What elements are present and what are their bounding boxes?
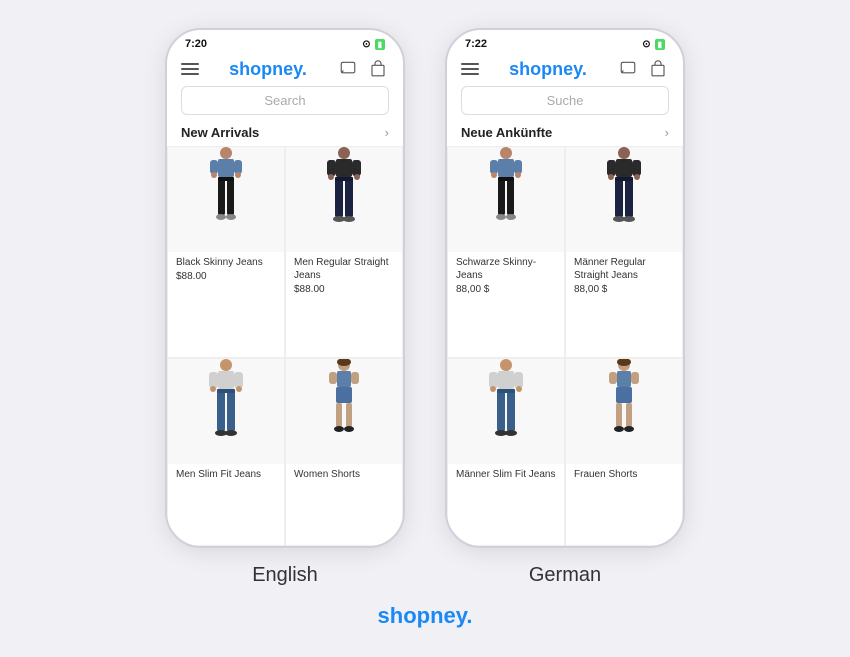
product-name: Black Skinny Jeans bbox=[176, 256, 276, 269]
wifi-icon: ⊙ bbox=[362, 39, 370, 50]
product-item[interactable]: Men Slim Fit Jeans bbox=[167, 358, 285, 546]
product-image bbox=[448, 147, 564, 252]
product-name: Women Shorts bbox=[294, 468, 394, 481]
product-price: 88,00 $ bbox=[456, 284, 556, 295]
product-name: Frauen Shorts bbox=[574, 468, 674, 481]
hamburger-menu-icon[interactable] bbox=[181, 63, 199, 75]
product-info: Männer Slim Fit Jeans bbox=[448, 464, 564, 545]
section-title: Neue Ankünfte bbox=[461, 125, 552, 140]
hamburger-menu-icon[interactable] bbox=[461, 63, 479, 75]
product-image bbox=[286, 147, 402, 252]
app-logo: shopney. bbox=[509, 59, 587, 80]
product-grid: Schwarze Skinny-Jeans 88,00 $ Männer Regu… bbox=[447, 146, 683, 546]
product-name: Men Regular Straight Jeans bbox=[294, 256, 394, 282]
product-price: $88.00 bbox=[294, 284, 394, 295]
product-image bbox=[566, 147, 682, 252]
time: 7:20 bbox=[185, 38, 207, 50]
app-header: shopney. bbox=[447, 54, 683, 86]
product-info: Männer Regular Straight Jeans 88,00 $ bbox=[566, 252, 682, 357]
header-icons bbox=[617, 58, 669, 80]
status-bar: 7:20 ⊙ ▮ bbox=[167, 30, 403, 54]
header-icons bbox=[337, 58, 389, 80]
wifi-icon: ⊙ bbox=[642, 39, 650, 50]
bottom-logo: shopney. bbox=[378, 603, 473, 629]
status-icons: ⊙ ▮ bbox=[642, 39, 665, 50]
product-info: Men Regular Straight Jeans $88.00 bbox=[286, 252, 402, 357]
cart-icon[interactable] bbox=[647, 58, 669, 80]
product-item[interactable]: Men Regular Straight Jeans $88.00 bbox=[285, 146, 403, 358]
product-image bbox=[168, 147, 284, 252]
product-name: Men Slim Fit Jeans bbox=[176, 468, 276, 481]
phone-english: 7:20 ⊙ ▮ shopney. Search New Arrivals › bbox=[165, 28, 405, 587]
product-price: 88,00 $ bbox=[574, 284, 674, 295]
product-name: Männer Regular Straight Jeans bbox=[574, 256, 674, 282]
cart-icon[interactable] bbox=[367, 58, 389, 80]
product-image bbox=[168, 359, 284, 464]
chat-icon[interactable] bbox=[617, 58, 639, 80]
product-item[interactable]: Women Shorts bbox=[285, 358, 403, 546]
section-arrow-icon[interactable]: › bbox=[385, 125, 389, 140]
product-info: Men Slim Fit Jeans bbox=[168, 464, 284, 545]
status-icons: ⊙ ▮ bbox=[362, 39, 385, 50]
product-info: Women Shorts bbox=[286, 464, 402, 545]
product-name: Schwarze Skinny-Jeans bbox=[456, 256, 556, 282]
status-bar: 7:22 ⊙ ▮ bbox=[447, 30, 683, 54]
product-image bbox=[448, 359, 564, 464]
section-title: New Arrivals bbox=[181, 125, 259, 140]
section-header: Neue Ankünfte › bbox=[447, 123, 683, 146]
search-bar[interactable]: Search bbox=[181, 86, 389, 115]
app-logo: shopney. bbox=[229, 59, 307, 80]
section-header: New Arrivals › bbox=[167, 123, 403, 146]
search-bar[interactable]: Suche bbox=[461, 86, 669, 115]
phone-german: 7:22 ⊙ ▮ shopney. Suche Neue Ankünfte › bbox=[445, 28, 685, 587]
product-image bbox=[286, 359, 402, 464]
product-item[interactable]: Frauen Shorts bbox=[565, 358, 683, 546]
battery-icon: ▮ bbox=[655, 39, 665, 50]
phones-comparison: 7:20 ⊙ ▮ shopney. Search New Arrivals › bbox=[165, 28, 685, 587]
section-arrow-icon[interactable]: › bbox=[665, 125, 669, 140]
product-item[interactable]: Black Skinny Jeans $88.00 bbox=[167, 146, 285, 358]
product-image bbox=[566, 359, 682, 464]
product-item[interactable]: Männer Slim Fit Jeans bbox=[447, 358, 565, 546]
product-name: Männer Slim Fit Jeans bbox=[456, 468, 556, 481]
phone-label-english: English bbox=[252, 564, 318, 587]
phone-label-german: German bbox=[529, 564, 601, 587]
chat-icon[interactable] bbox=[337, 58, 359, 80]
product-price: $88.00 bbox=[176, 271, 276, 282]
battery-icon: ▮ bbox=[375, 39, 385, 50]
product-info: Black Skinny Jeans $88.00 bbox=[168, 252, 284, 357]
product-grid: Black Skinny Jeans $88.00 Men Regular Str… bbox=[167, 146, 403, 546]
product-info: Frauen Shorts bbox=[566, 464, 682, 545]
time: 7:22 bbox=[465, 38, 487, 50]
product-info: Schwarze Skinny-Jeans 88,00 $ bbox=[448, 252, 564, 357]
product-item[interactable]: Schwarze Skinny-Jeans 88,00 $ bbox=[447, 146, 565, 358]
app-header: shopney. bbox=[167, 54, 403, 86]
product-item[interactable]: Männer Regular Straight Jeans 88,00 $ bbox=[565, 146, 683, 358]
